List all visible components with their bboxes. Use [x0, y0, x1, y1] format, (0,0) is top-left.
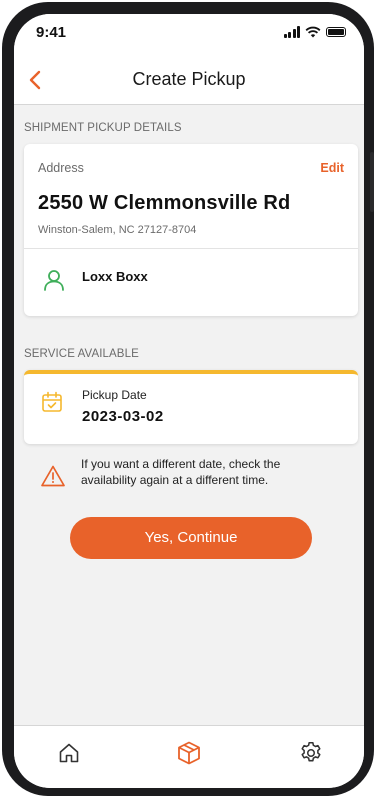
page-title: Create Pickup: [132, 69, 246, 89]
package-icon: [178, 741, 200, 765]
warning-triangle-icon: [41, 465, 65, 487]
app-screen: 9:41 Create Pickup SHIPMENT PICKUP DETAI…: [14, 14, 364, 788]
pickup-details-section-label: SHIPMENT PICKUP DETAILS: [24, 122, 182, 134]
city-state-zip: Winston-Salem, NC 27127-8704: [38, 224, 197, 236]
tab-settings[interactable]: [296, 738, 326, 768]
card-divider: [24, 248, 358, 249]
address-card: Address Edit 2550 W Clemmonsville Rd Win…: [24, 144, 358, 316]
wifi-icon: [305, 26, 321, 38]
user-icon: [44, 270, 64, 291]
home-icon: [59, 743, 79, 763]
signal-icon: [283, 26, 300, 38]
street-address: 2550 W Clemmonsville Rd: [38, 192, 291, 214]
gear-icon: [301, 741, 321, 762]
status-bar: 9:41: [14, 14, 364, 54]
tab-packages[interactable]: [174, 738, 204, 768]
calendar-check-icon: [42, 391, 62, 412]
status-time: 9:41: [36, 24, 67, 41]
tab-home[interactable]: [54, 738, 84, 768]
edit-address-link[interactable]: Edit: [320, 161, 344, 175]
battery-icon: [326, 27, 346, 37]
address-label: Address: [38, 161, 84, 175]
power-button: [370, 152, 374, 212]
phone-frame: 9:41 Create Pickup SHIPMENT PICKUP DETAI…: [2, 2, 374, 796]
top-nav-bar: Create Pickup: [14, 54, 364, 105]
bottom-tab-bar: [14, 725, 364, 788]
service-section-label: SERVICE AVAILABLE: [24, 348, 139, 360]
yes-continue-button[interactable]: Yes, Continue: [70, 517, 312, 559]
warning-text: If you want a different date, check the …: [81, 457, 281, 487]
service-card: Pickup Date 2023-03-02: [24, 370, 358, 444]
status-icons: [283, 26, 346, 38]
contact-name: Loxx Boxx: [82, 269, 148, 284]
pickup-date-value: 2023-03-02: [82, 408, 164, 425]
pickup-date-label: Pickup Date: [82, 388, 147, 402]
